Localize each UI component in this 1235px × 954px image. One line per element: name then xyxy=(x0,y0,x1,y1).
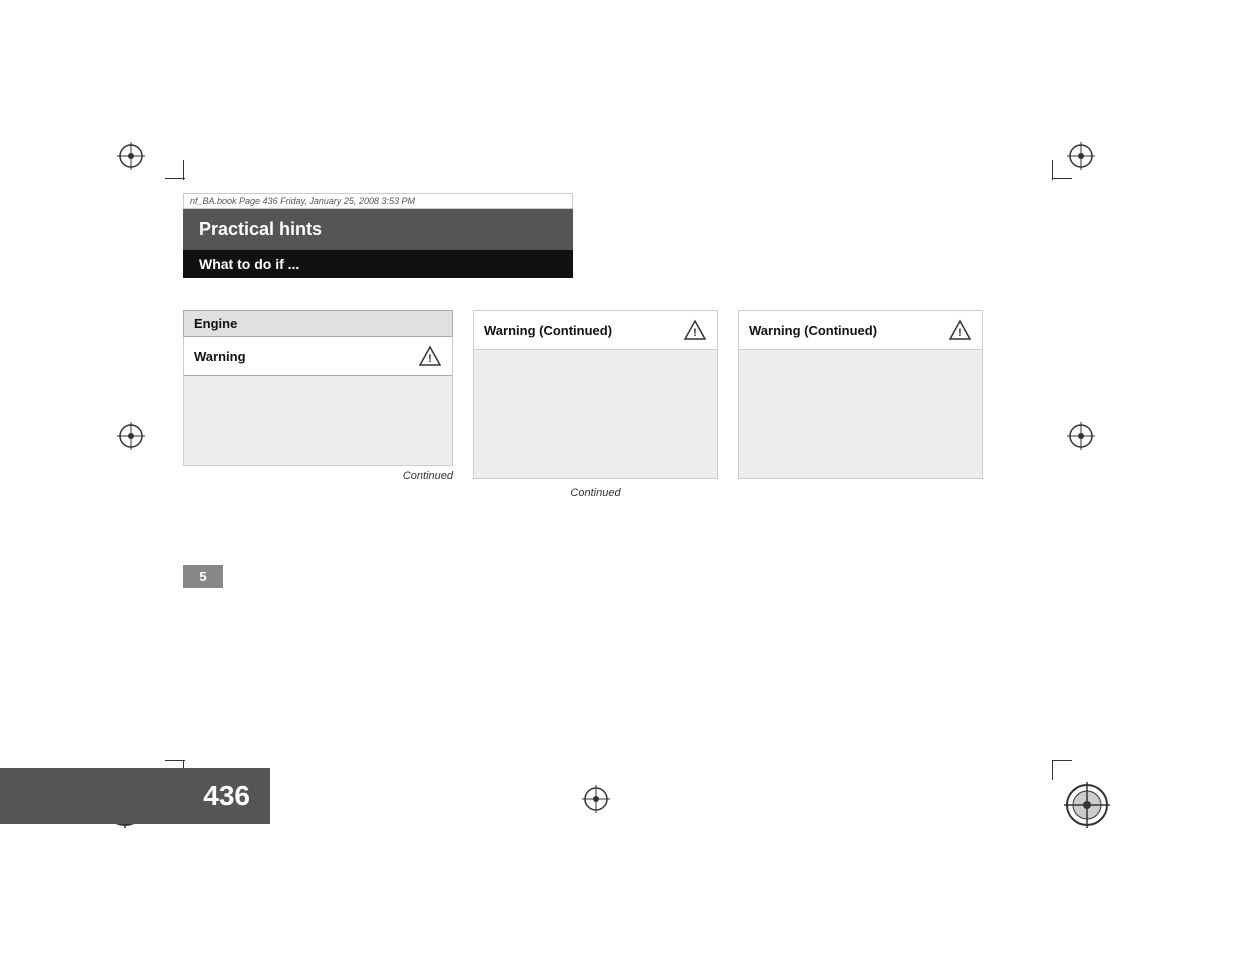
trim-br-v xyxy=(1052,760,1053,780)
warning-row: Warning ! xyxy=(183,337,453,376)
reg-mark-br xyxy=(1062,780,1112,830)
warning-triangle-icon: ! xyxy=(418,345,442,367)
col2-continued: Continued xyxy=(473,483,718,503)
col3-content-box xyxy=(738,349,983,479)
warning-continued-label-3: Warning (Continued) xyxy=(749,323,877,338)
trim-tl-v xyxy=(183,160,184,180)
warning-continued-label-2: Warning (Continued) xyxy=(484,323,612,338)
chapter-tab: 5 xyxy=(183,565,223,588)
reg-mark-ml xyxy=(115,420,147,452)
trim-tr-v xyxy=(1052,160,1053,180)
trim-bl-h xyxy=(165,760,185,761)
trim-tl-h xyxy=(165,178,185,179)
reg-mark-tl xyxy=(115,140,147,172)
svg-text:!: ! xyxy=(428,353,432,365)
reg-mark-mr xyxy=(1065,420,1097,452)
column-3: Warning (Continued) ! xyxy=(738,310,983,503)
col2-content-box xyxy=(473,349,718,479)
content-area: Engine Warning ! Continued Warning (Cont… xyxy=(183,310,1053,503)
svg-text:!: ! xyxy=(693,327,697,339)
column-2: Warning (Continued) ! Continued xyxy=(473,310,718,503)
warning-continued-header-3: Warning (Continued) ! xyxy=(738,310,983,349)
page-meta: nf_BA.book Page 436 Friday, January 25, … xyxy=(183,193,573,209)
warning-label: Warning xyxy=(194,349,246,364)
trim-br-h xyxy=(1052,760,1072,761)
section-title-bar: What to do if ... xyxy=(183,250,573,278)
engine-section-header: Engine xyxy=(183,310,453,337)
svg-text:!: ! xyxy=(958,327,962,339)
warning-continued-triangle-icon-2: ! xyxy=(683,319,707,341)
page-number: 436 xyxy=(203,780,250,811)
column-1: Engine Warning ! Continued xyxy=(183,310,453,503)
page-number-box: 436 xyxy=(0,768,270,824)
warning-continued-triangle-icon-3: ! xyxy=(948,319,972,341)
warning-continued-header-2: Warning (Continued) ! xyxy=(473,310,718,349)
reg-mark-bm xyxy=(580,783,612,815)
reg-mark-tr xyxy=(1065,140,1097,172)
page-header: nf_BA.book Page 436 Friday, January 25, … xyxy=(183,193,573,278)
col1-content-box xyxy=(183,376,453,466)
chapter-title-bar: Practical hints xyxy=(183,209,573,250)
trim-tr-h xyxy=(1052,178,1072,179)
col1-continued: Continued xyxy=(183,466,453,486)
